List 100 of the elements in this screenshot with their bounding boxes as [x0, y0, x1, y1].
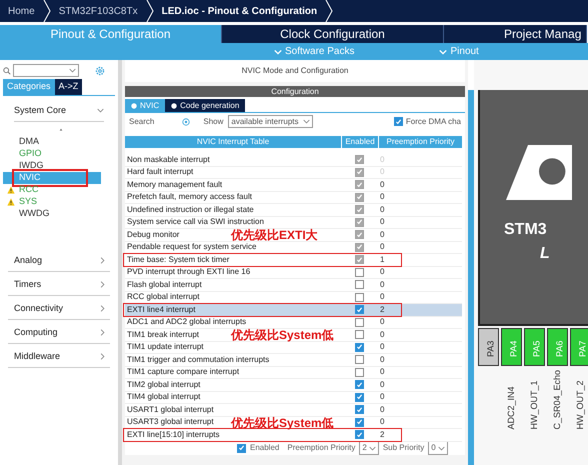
table-row[interactable]: TIM1 capture compare interrupt 0 — [125, 366, 462, 379]
checkbox[interactable] — [354, 230, 364, 240]
table-row[interactable]: Debug monitor 优先级比EXTI大 0 — [125, 229, 462, 242]
checkbox[interactable] — [354, 255, 364, 264]
checkbox[interactable] — [354, 268, 364, 277]
table-row[interactable]: Flash global interrupt 0 — [125, 279, 462, 292]
checkbox[interactable] — [394, 117, 403, 126]
category-header[interactable]: Analog — [8, 250, 110, 272]
table-row[interactable]: TIM1 trigger and commutation interrupts 0 — [125, 354, 462, 366]
table-row[interactable]: USART1 global interrupt 0 — [125, 404, 462, 416]
category-tab[interactable]: A->Z — [54, 79, 82, 94]
priority-value: 0 — [379, 316, 384, 328]
table-row[interactable]: TIM4 global interrupt 0 — [125, 392, 462, 404]
chevron-icon — [99, 281, 106, 288]
checkbox[interactable] — [354, 330, 364, 340]
category-header[interactable]: Timers — [8, 274, 110, 296]
search-field[interactable] — [13, 64, 79, 77]
checkbox[interactable] — [354, 168, 364, 177]
search-icon[interactable] — [182, 118, 190, 126]
priority-value: 2 — [379, 304, 384, 316]
table-row[interactable]: System service call via SWI instruction 0 — [125, 216, 462, 229]
category-header[interactable]: Connectivity — [8, 298, 110, 320]
table-row[interactable]: ADC1 and ADC2 global interrupts 0 — [125, 316, 462, 329]
table-row[interactable]: PVD interrupt through EXTI line 16 0 — [125, 266, 462, 279]
category-header[interactable]: System Core — [14, 104, 104, 122]
interrupt-name: USART1 global interrupt — [126, 404, 214, 416]
checkbox[interactable] — [354, 305, 364, 314]
table-row[interactable]: Prefetch fault, memory access fault 0 — [125, 192, 462, 204]
chevron-icon — [97, 106, 104, 114]
checkbox[interactable] — [354, 155, 364, 164]
interrupt-name: Prefetch fault, memory access fault — [126, 191, 252, 204]
checkbox[interactable] — [354, 218, 364, 227]
priority-value: 0 — [379, 228, 384, 241]
checkbox[interactable] — [354, 430, 364, 440]
scrollbar[interactable] — [468, 90, 474, 465]
category-header[interactable]: Computing — [8, 322, 110, 344]
pin-signal-label: HW_OUT_1 — [528, 380, 540, 430]
chevron-icon — [368, 444, 376, 452]
checkbox-label: Force DMA cha — [406, 116, 461, 128]
checkbox[interactable] — [354, 318, 364, 327]
table-row[interactable]: Undefined instruction or illegal state 0 — [125, 204, 462, 216]
main-tab[interactable]: Project Manag — [444, 25, 587, 43]
category-header[interactable]: Middleware — [8, 346, 110, 368]
checkbox[interactable] — [354, 418, 364, 427]
checkbox[interactable] — [354, 242, 364, 252]
chevron-icon — [99, 329, 106, 336]
checkbox[interactable] — [354, 292, 364, 302]
checkbox[interactable] — [354, 180, 364, 190]
annotation-text: 优先级比EXTI大 — [231, 229, 318, 242]
priority-value: 0 — [379, 416, 384, 428]
main-tab[interactable]: Clock Configuration — [222, 25, 444, 43]
interrupt-name: TIM1 capture compare interrupt — [126, 366, 240, 378]
breadcrumb-link[interactable]: LED.ioc - Pinout & Configuration — [154, 4, 326, 18]
checkbox[interactable] — [354, 342, 364, 352]
show-label: Show — [203, 116, 224, 128]
breadcrumb-link[interactable]: STM32F103C8Tx — [50, 4, 146, 18]
table-row[interactable]: TIM1 break interrupt 优先级比System低 0 — [125, 329, 462, 342]
peripheral-item[interactable]: DMA — [3, 136, 115, 148]
checkbox[interactable] — [354, 368, 364, 377]
dot-icon — [131, 102, 137, 108]
priority-value: 0 — [379, 266, 384, 278]
pin-signal-label: C_SR04_Echo — [550, 370, 563, 430]
panel-tab[interactable]: Code generation — [165, 99, 246, 112]
table-row[interactable]: EXTI line[15:10] interrupts 2 — [125, 429, 462, 442]
peripheral-item[interactable]: WWDG — [3, 208, 115, 220]
priority-value: 0 — [379, 191, 384, 204]
pin-signal-label: HW_OUT_2 — [574, 380, 586, 430]
priority-value: 0 — [379, 404, 384, 416]
search-label: Search — [129, 116, 154, 128]
priority-dropdown[interactable]: 2 — [359, 441, 379, 455]
checkbox[interactable] — [354, 405, 364, 414]
table-row[interactable]: TIM2 global interrupt 0 — [125, 379, 462, 392]
chevron-icon — [69, 67, 76, 74]
priority-value: 0 — [379, 328, 384, 341]
table-row[interactable]: EXTI line4 interrupt 2 — [125, 304, 462, 316]
dot-icon — [171, 102, 178, 108]
checkbox[interactable] — [354, 392, 364, 402]
checkbox[interactable] — [237, 444, 246, 452]
checkbox[interactable] — [354, 205, 364, 214]
table-row[interactable]: TIM1 update interrupt 0 — [125, 342, 462, 354]
breadcrumb-link[interactable]: Home — [0, 4, 43, 18]
settings-icon[interactable] — [95, 66, 105, 76]
priority-value: 0 — [379, 341, 384, 354]
checkbox[interactable] — [354, 380, 364, 390]
peripheral-item[interactable]: IWDG — [3, 160, 115, 172]
show-dropdown[interactable]: available interrupts — [228, 115, 313, 128]
table-row[interactable]: Time base: System tick timer 1 — [125, 254, 462, 266]
chip-name: L — [540, 244, 550, 264]
checkbox[interactable] — [354, 280, 364, 290]
priority-value: 0 — [379, 278, 384, 291]
checkbox[interactable] — [354, 355, 364, 364]
checkbox[interactable] — [354, 192, 364, 202]
table-row[interactable]: Memory management fault 0 — [125, 179, 462, 192]
table-row[interactable]: Pendable request for system service 0 — [125, 242, 462, 254]
pin[interactable]: PA3 — [478, 328, 499, 366]
interrupt-name: PVD interrupt through EXTI line 16 — [126, 266, 250, 278]
sort-icon[interactable] — [59, 128, 63, 132]
interrupt-name: USART3 global interrupt — [126, 416, 214, 428]
priority-dropdown[interactable]: 0 — [428, 441, 448, 455]
priority-value: 0 — [379, 216, 384, 228]
